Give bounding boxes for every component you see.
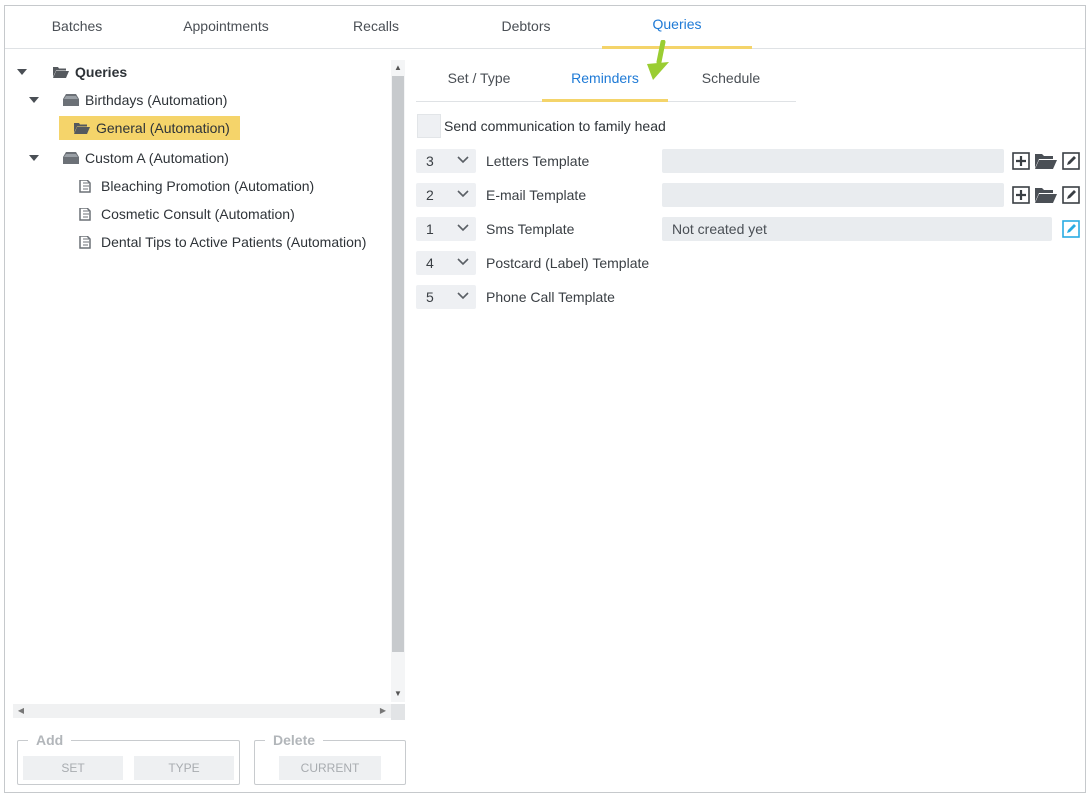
expand-caret-icon[interactable] — [29, 155, 39, 161]
add-set-button[interactable]: SET — [23, 756, 123, 780]
delete-current-button[interactable]: CURRENT — [279, 756, 381, 780]
postcard-template-label: Postcard (Label) Template — [486, 255, 650, 271]
tree-item-dental-tips[interactable]: Dental Tips to Active Patients (Automati… — [79, 230, 366, 254]
phone-template-label: Phone Call Template — [486, 289, 615, 305]
order-value: 3 — [426, 153, 434, 169]
tree-root-label: Queries — [75, 64, 128, 80]
scroll-up-icon[interactable]: ▲ — [391, 62, 405, 74]
order-value: 4 — [426, 255, 434, 271]
scroll-down-icon[interactable]: ▼ — [391, 688, 405, 700]
tab-appointments[interactable]: Appointments — [151, 18, 301, 49]
add-group-legend: Add — [28, 732, 72, 748]
folder-open-icon — [74, 122, 90, 134]
chevron-down-icon — [456, 221, 470, 235]
scrollbar-corner — [391, 704, 405, 720]
top-tab-bar: Batches Appointments Recalls Debtors Que… — [5, 6, 1085, 49]
add-type-button[interactable]: TYPE — [134, 756, 234, 780]
email-template-label: E-mail Template — [486, 187, 587, 203]
template-row-letters: 3 Letters Template — [416, 149, 1086, 173]
chevron-down-icon — [456, 187, 470, 201]
tree-item-label: General (Automation) — [96, 120, 230, 136]
folder-open-icon — [53, 66, 69, 78]
sub-tab-bar: Set / Type Reminders Schedule — [416, 56, 796, 102]
document-icon — [79, 180, 93, 193]
tree-item-label: Cosmetic Consult (Automation) — [101, 206, 295, 222]
document-icon — [79, 236, 93, 249]
tree-item-bleaching[interactable]: Bleaching Promotion (Automation) — [79, 174, 314, 198]
letters-template-field[interactable] — [662, 149, 1004, 173]
order-value: 1 — [426, 221, 434, 237]
template-row-phone: 5 Phone Call Template — [416, 285, 1086, 309]
phone-order-select[interactable]: 5 — [416, 285, 476, 309]
green-pointer-arrow-icon — [639, 40, 673, 84]
scroll-left-icon[interactable]: ◀ — [15, 704, 27, 718]
tree-vertical-scrollbar[interactable]: ▲ ▼ — [391, 60, 405, 702]
scroll-thumb[interactable] — [392, 76, 404, 652]
tree-horizontal-scrollbar[interactable]: ◀ ▶ — [13, 704, 391, 718]
add-icon[interactable] — [1012, 186, 1030, 204]
window-frame: Batches Appointments Recalls Debtors Que… — [4, 5, 1086, 793]
letters-order-select[interactable]: 3 — [416, 149, 476, 173]
delete-group-legend: Delete — [265, 732, 324, 748]
sms-template-field[interactable]: Not created yet — [662, 217, 1052, 241]
tree-item-custom-a[interactable]: Custom A (Automation) — [29, 146, 229, 170]
tree-item-general[interactable]: General (Automation) — [59, 116, 240, 140]
tab-set-type[interactable]: Set / Type — [416, 70, 542, 102]
tree-item-label: Dental Tips to Active Patients (Automati… — [101, 234, 367, 250]
expand-caret-icon[interactable] — [17, 69, 27, 75]
email-order-select[interactable]: 2 — [416, 183, 476, 207]
family-head-label: Send communication to family head — [444, 118, 666, 134]
add-group: Add SET TYPE — [17, 732, 240, 785]
scroll-right-icon[interactable]: ▶ — [377, 704, 389, 718]
tree-item-label: Bleaching Promotion (Automation) — [101, 178, 315, 194]
tab-schedule[interactable]: Schedule — [668, 70, 794, 102]
tree-root-queries[interactable]: Queries — [17, 60, 127, 84]
template-row-postcard: 4 Postcard (Label) Template — [416, 251, 1086, 275]
folder-open-icon[interactable] — [1035, 152, 1057, 170]
tab-queries[interactable]: Queries — [602, 16, 752, 49]
tree-item-birthdays[interactable]: Birthdays (Automation) — [29, 88, 227, 112]
postcard-order-select[interactable]: 4 — [416, 251, 476, 275]
tab-batches[interactable]: Batches — [25, 18, 129, 49]
tree-item-label: Birthdays (Automation) — [85, 92, 228, 108]
template-row-sms: 1 Sms Template Not created yet — [416, 217, 1086, 241]
tray-icon — [63, 152, 79, 164]
chevron-down-icon — [456, 289, 470, 303]
template-row-email: 2 E-mail Template — [416, 183, 1086, 207]
expand-caret-icon[interactable] — [29, 97, 39, 103]
order-value: 5 — [426, 289, 434, 305]
edit-icon[interactable] — [1062, 220, 1080, 238]
letters-template-label: Letters Template — [486, 153, 590, 169]
sms-template-label: Sms Template — [486, 221, 575, 237]
query-tree: Queries Birthdays (Automation) General (… — [11, 60, 407, 720]
delete-group: Delete CURRENT — [254, 732, 406, 785]
chevron-down-icon — [456, 255, 470, 269]
tab-recalls[interactable]: Recalls — [301, 18, 451, 49]
tray-icon — [63, 94, 79, 106]
sms-order-select[interactable]: 1 — [416, 217, 476, 241]
tree-item-label: Custom A (Automation) — [85, 150, 229, 166]
tab-debtors[interactable]: Debtors — [451, 18, 601, 49]
document-icon — [79, 208, 93, 221]
family-head-checkbox[interactable] — [417, 114, 441, 138]
order-value: 2 — [426, 187, 434, 203]
tree-item-cosmetic[interactable]: Cosmetic Consult (Automation) — [79, 202, 295, 226]
chevron-down-icon — [456, 153, 470, 167]
folder-open-icon[interactable] — [1035, 186, 1057, 204]
edit-icon[interactable] — [1062, 152, 1080, 170]
add-icon[interactable] — [1012, 152, 1030, 170]
email-template-field[interactable] — [662, 183, 1004, 207]
edit-icon[interactable] — [1062, 186, 1080, 204]
